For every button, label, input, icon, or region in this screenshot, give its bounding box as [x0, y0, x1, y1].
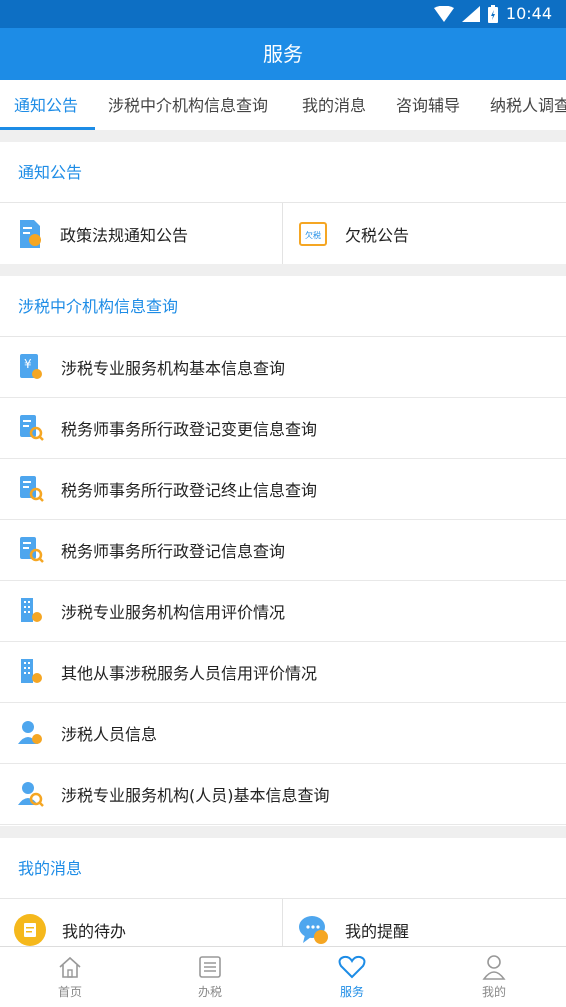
item-label: 涉税人员信息: [61, 725, 158, 744]
nav-mine[interactable]: 我的: [454, 947, 534, 1007]
tab-taxpayer-survey[interactable]: 纳税人调查: [490, 80, 566, 130]
list-icon: [199, 956, 221, 978]
person-icon: [18, 720, 44, 746]
item-label: 税务师事务所行政登记变更信息查询: [61, 420, 318, 439]
nav-label: 我的: [481, 985, 506, 999]
list-item[interactable]: 税务师事务所行政登记信息查询: [0, 520, 566, 581]
yuan-document-icon: ¥: [18, 354, 44, 380]
nav-tax[interactable]: 办税: [170, 947, 250, 1007]
status-bar: 10:44: [0, 0, 566, 28]
list-item[interactable]: 其他从事涉税服务人员信用评价情况: [0, 642, 566, 703]
section-title: 涉税中介机构信息查询: [0, 276, 566, 337]
policy-notice-item[interactable]: 政策法规通知公告: [0, 203, 282, 264]
person-search-icon: [18, 781, 44, 807]
tab-bar: 通知公告 涉税中介机构信息查询 我的消息 咨询辅导 纳税人调查: [0, 80, 566, 130]
badge-text: 欠税: [305, 230, 321, 240]
yuan-glyph: ¥: [24, 357, 32, 371]
building-icon: [18, 598, 44, 624]
list-item[interactable]: ¥ 涉税专业服务机构基本信息查询: [0, 337, 566, 398]
building-icon: [18, 659, 44, 685]
nav-service[interactable]: 服务: [312, 947, 392, 1007]
item-label: 涉税专业服务机构信用评价情况: [61, 603, 286, 622]
user-icon: [482, 955, 506, 980]
tab-agency-query[interactable]: 涉税中介机构信息查询: [108, 80, 268, 130]
list-item[interactable]: 涉税专业服务机构信用评价情况: [0, 581, 566, 642]
my-reminder-item[interactable]: 我的提醒: [283, 899, 566, 946]
messages-section: 我的消息 我的待办 我的提醒: [0, 838, 566, 946]
tab-notice[interactable]: 通知公告: [14, 80, 78, 130]
list-item[interactable]: 税务师事务所行政登记变更信息查询: [0, 398, 566, 459]
signal-icon: [461, 5, 480, 22]
section-title: 通知公告: [0, 142, 566, 203]
nav-label: 首页: [57, 985, 82, 999]
search-document-icon: [18, 476, 44, 502]
item-label: 涉税专业服务机构(人员)基本信息查询: [61, 786, 330, 805]
search-document-icon: [18, 415, 44, 441]
notice-section: 通知公告 政策法规通知公告 欠税 欠税公告: [0, 142, 566, 264]
document-icon: [20, 219, 41, 248]
home-icon: [59, 956, 81, 978]
active-tab-indicator: [0, 127, 95, 130]
page-title: 服务: [0, 28, 566, 80]
item-label: 我的提醒: [345, 921, 410, 941]
tax-arrears-notice-item[interactable]: 欠税 欠税公告: [283, 203, 566, 264]
item-label: 欠税公告: [345, 225, 410, 245]
nav-label: 办税: [197, 985, 222, 999]
wifi-icon: [433, 5, 454, 22]
heart-icon: [338, 955, 366, 979]
tab-consulting[interactable]: 咨询辅导: [396, 80, 460, 130]
agency-query-section: 涉税中介机构信息查询 ¥ 涉税专业服务机构基本信息查询 税务师事务所行政登记变更…: [0, 276, 566, 826]
section-title: 我的消息: [0, 838, 566, 899]
battery-icon: [487, 4, 498, 23]
item-label: 税务师事务所行政登记终止信息查询: [61, 481, 318, 500]
search-document-icon: [18, 537, 44, 563]
list-item[interactable]: 涉税专业服务机构(人员)基本信息查询: [0, 764, 566, 825]
tax-owed-icon: 欠税: [299, 221, 327, 246]
list-item[interactable]: 税务师事务所行政登记终止信息查询: [0, 459, 566, 520]
item-label: 政策法规通知公告: [60, 225, 189, 245]
item-label: 涉税专业服务机构基本信息查询: [61, 359, 286, 378]
tab-my-messages[interactable]: 我的消息: [302, 80, 366, 130]
item-label: 我的待办: [62, 921, 127, 941]
chat-bubble-icon: [299, 915, 328, 944]
nav-home[interactable]: 首页: [30, 947, 110, 1007]
bottom-nav: 首页 办税 服务 我的: [0, 946, 566, 1007]
item-label: 其他从事涉税服务人员信用评价情况: [61, 664, 318, 683]
clock: 10:44: [505, 4, 552, 23]
todo-icon: [14, 913, 46, 946]
nav-label: 服务: [339, 985, 364, 999]
my-todo-item[interactable]: 我的待办: [0, 899, 282, 946]
list-item[interactable]: 涉税人员信息: [0, 703, 566, 764]
item-label: 税务师事务所行政登记信息查询: [61, 542, 286, 561]
